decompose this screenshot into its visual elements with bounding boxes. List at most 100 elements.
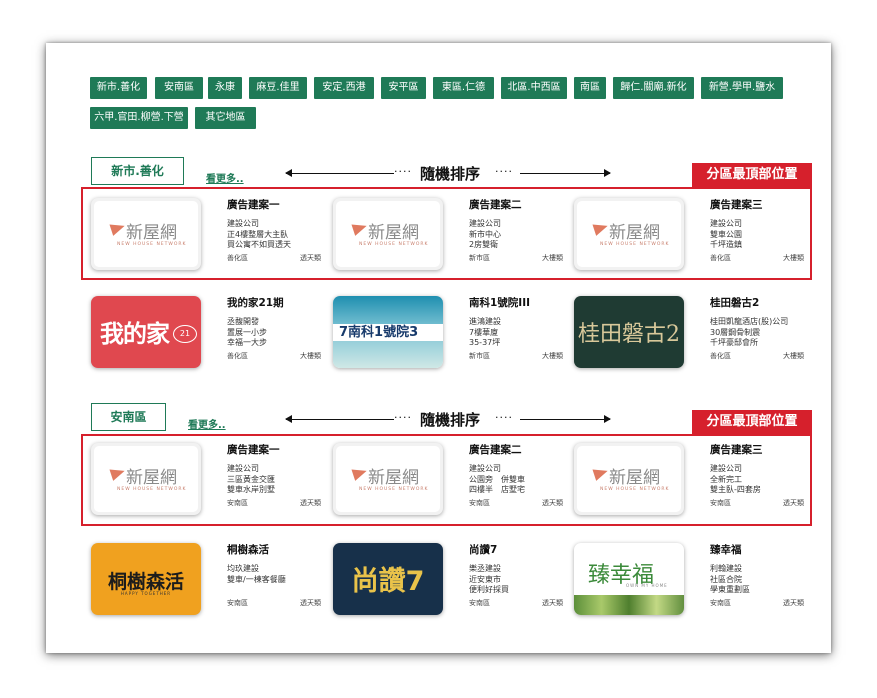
more-link[interactable]: 看更多.. bbox=[188, 416, 226, 431]
project-thumbnail[interactable]: 新屋網 NEW HOUSE NETWORK bbox=[574, 443, 684, 515]
area-tag[interactable]: 東區.仁德 bbox=[433, 77, 494, 99]
project-info: 廣告建案二 建設公司 新市中心 2房雙衛 bbox=[469, 198, 563, 251]
right-arrow-icon bbox=[520, 415, 611, 423]
project-card[interactable]: 尚讚7 尚讚7 樂丞建設 近安東市 便利好採買 安南區 透天類 bbox=[333, 543, 563, 619]
description-line: 建設公司 bbox=[710, 464, 742, 473]
type-label: 透天類 bbox=[300, 499, 321, 507]
area-tag[interactable]: 新市.善化 bbox=[90, 77, 147, 99]
project-title[interactable]: 廣告建案一 bbox=[227, 198, 321, 212]
project-thumbnail[interactable]: 尚讚7 bbox=[333, 543, 443, 615]
project-title[interactable]: 桐樹森活 bbox=[227, 543, 321, 557]
area-tag[interactable]: 北區.中西區 bbox=[501, 77, 567, 99]
district-label: 安南區 bbox=[227, 599, 248, 607]
ad-project-card[interactable]: 新屋網 NEW HOUSE NETWORK 廣告建案二建設公司 公園旁 併雙車 四樓半 … bbox=[333, 443, 563, 519]
description-line: 近安東市 bbox=[469, 574, 501, 584]
project-title[interactable]: 廣告建案三 bbox=[710, 443, 804, 457]
project-title[interactable]: 廣告建案二 bbox=[469, 198, 563, 212]
project-card[interactable]: 7南科1號院3 南科1號院III 進鴻建設 7樓華廈 35-37坪 新市區 大樓類 bbox=[333, 296, 563, 372]
project-thumbnail[interactable]: 7南科1號院3 bbox=[333, 296, 443, 368]
ad-project-card[interactable]: 新屋網 NEW HOUSE NETWORK 廣告建案一建設公司 正4樓整層大主臥 買公寓… bbox=[91, 198, 321, 274]
project-thumbnail[interactable]: 新屋網 NEW HOUSE NETWORK bbox=[91, 198, 201, 270]
project-card[interactable]: 桂田磐古2 桂田磐古2 桂田凱龍酒店(股)公司 30層鋼骨制震 千坪豪邸會所 善化區 大樓類 bbox=[574, 296, 804, 372]
area-tag[interactable]: 安南區 bbox=[155, 77, 203, 99]
area-tag[interactable]: 六甲.官田.柳營.下營 bbox=[90, 107, 188, 129]
description-line: 正4樓整層大主臥 bbox=[227, 229, 289, 239]
area-tag[interactable]: 新營.學甲.鹽水 bbox=[701, 77, 783, 99]
project-title[interactable]: 桂田磐古2 bbox=[710, 296, 804, 310]
logo-subtext: NEW HOUSE NETWORK bbox=[600, 487, 670, 492]
description-line: 樂丞建設 bbox=[469, 564, 501, 573]
district-label: 安南區 bbox=[469, 599, 490, 607]
district-label: 新市區 bbox=[469, 254, 490, 262]
logo-text: 新屋網 bbox=[126, 468, 177, 488]
project-description: 丞馥開發 置展一小步 幸福一大步 bbox=[227, 317, 321, 349]
type-label: 大樓類 bbox=[300, 352, 321, 360]
district-label: 安南區 bbox=[469, 499, 490, 507]
project-description: 建設公司 公園旁 併雙車 四樓半 店墅宅 bbox=[469, 464, 563, 496]
project-title[interactable]: 廣告建案二 bbox=[469, 443, 563, 457]
project-thumbnail[interactable]: 新屋網 NEW HOUSE NETWORK bbox=[333, 198, 443, 270]
dots-left: ···· bbox=[394, 165, 412, 178]
description-line: 全新完工 bbox=[710, 474, 742, 484]
project-info: 桐樹森活 均玖建設 雙車/一棟客餐廳 bbox=[227, 543, 321, 585]
right-arrow-icon bbox=[520, 169, 611, 177]
thumb-text: 尚讚7 bbox=[351, 566, 425, 597]
project-title[interactable]: 廣告建案三 bbox=[710, 198, 804, 212]
project-info: 廣告建案二建設公司 公園旁 併雙車 四樓半 店墅宅 bbox=[469, 443, 563, 496]
project-thumbnail[interactable]: 新屋網 NEW HOUSE NETWORK bbox=[91, 443, 201, 515]
project-thumbnail[interactable]: 桐樹森活 HAPPY TOGETHER bbox=[91, 543, 201, 615]
more-link[interactable]: 看更多.. bbox=[206, 170, 244, 185]
thumb-text: 桂田磐古2 bbox=[578, 322, 680, 347]
ad-project-card[interactable]: 新屋網 NEW HOUSE NETWORK 廣告建案三 建設公司 全新完工 雙主臥-四套房… bbox=[574, 443, 804, 519]
project-thumbnail[interactable]: 臻幸福 OWN MY HOME bbox=[574, 543, 684, 615]
project-info: 廣告建案三 建設公司 雙車公園 千坪造鎮 bbox=[710, 198, 804, 251]
thumb-text: 我的家 bbox=[100, 320, 170, 348]
thumb-badge: 21 bbox=[173, 325, 197, 343]
ad-project-card[interactable]: 新屋網 NEW HOUSE NETWORK 廣告建案二 建設公司 新市中心 2房雙衛新市區… bbox=[333, 198, 563, 274]
project-title[interactable]: 尚讚7 bbox=[469, 543, 563, 557]
description-line: 學東重劃區 bbox=[710, 585, 750, 594]
ad-project-card[interactable]: 新屋網 NEW HOUSE NETWORK 廣告建案一 建設公司 三區黃金交匯 雙車水岸別… bbox=[91, 443, 321, 519]
area-tag[interactable]: 歸仁.關廟.新化 bbox=[613, 77, 694, 99]
project-title[interactable]: 我的家21期 bbox=[227, 296, 321, 310]
description-line: 雙車水岸別墅 bbox=[227, 485, 275, 494]
logo-text: 新屋網 bbox=[609, 468, 660, 488]
description-line: 2房雙衛 bbox=[469, 240, 499, 249]
description-line: 丞馥開發 bbox=[227, 317, 259, 326]
project-card[interactable]: 我的家 21 我的家21期 丞馥開發 置展一小步 幸福一大步 善化區 大樓類 bbox=[91, 296, 321, 372]
area-tag[interactable]: 安平區 bbox=[381, 77, 426, 99]
project-thumbnail[interactable]: 桂田磐古2 bbox=[574, 296, 684, 368]
thumb-subtext: OWN MY HOME bbox=[626, 583, 668, 588]
area-tag[interactable]: 其它地區 bbox=[195, 107, 256, 129]
type-label: 透天類 bbox=[300, 599, 321, 607]
description-line: 建設公司 bbox=[469, 464, 501, 473]
area-tag[interactable]: 麻豆.佳里 bbox=[249, 77, 307, 99]
logo-subtext: NEW HOUSE NETWORK bbox=[600, 242, 670, 247]
area-tag[interactable]: 安定.西港 bbox=[314, 77, 374, 99]
type-label: 透天類 bbox=[783, 499, 804, 507]
type-label: 透天類 bbox=[542, 499, 563, 507]
project-title[interactable]: 南科1號院III bbox=[469, 296, 563, 310]
leaf-pattern bbox=[574, 595, 684, 615]
project-description: 建設公司 正4樓整層大主臥 買公寓不如買透天 bbox=[227, 219, 321, 251]
top-position-label: 分區最頂部位置 bbox=[692, 163, 812, 187]
project-card[interactable]: 臻幸福 OWN MY HOME 臻幸福 利翰建設 社區合院 學東重劃區 安南區 透天類 bbox=[574, 543, 804, 619]
area-tag[interactable]: 永康 bbox=[208, 77, 242, 99]
description-line: 社區合院 bbox=[710, 574, 742, 584]
thumb-subtext: HAPPY TOGETHER bbox=[120, 591, 172, 596]
description-line: 新市中心 bbox=[469, 229, 501, 239]
description-line: 雙車公園 bbox=[710, 229, 742, 239]
description-line: 千坪豪邸會所 bbox=[710, 338, 758, 347]
project-description: 桂田凱龍酒店(股)公司 30層鋼骨制震 千坪豪邸會所 bbox=[710, 317, 804, 349]
project-card[interactable]: 桐樹森活 HAPPY TOGETHER 桐樹森活 均玖建設 雙車/一棟客餐廳 安南區 透天類 bbox=[91, 543, 321, 619]
ad-project-card[interactable]: 新屋網 NEW HOUSE NETWORK 廣告建案三 建設公司 雙車公園 千坪造鎮 善化區… bbox=[574, 198, 804, 274]
project-title[interactable]: 臻幸福 bbox=[710, 543, 804, 557]
project-title[interactable]: 廣告建案一 bbox=[227, 443, 321, 457]
description-line: 千坪造鎮 bbox=[710, 240, 742, 249]
project-thumbnail[interactable]: 我的家 21 bbox=[91, 296, 201, 368]
area-tag[interactable]: 南區 bbox=[574, 77, 606, 99]
district-label: 安南區 bbox=[710, 599, 731, 607]
project-thumbnail[interactable]: 新屋網 NEW HOUSE NETWORK bbox=[574, 198, 684, 270]
project-info: 臻幸福 利翰建設 社區合院 學東重劃區 bbox=[710, 543, 804, 596]
project-thumbnail[interactable]: 新屋網 NEW HOUSE NETWORK bbox=[333, 443, 443, 515]
